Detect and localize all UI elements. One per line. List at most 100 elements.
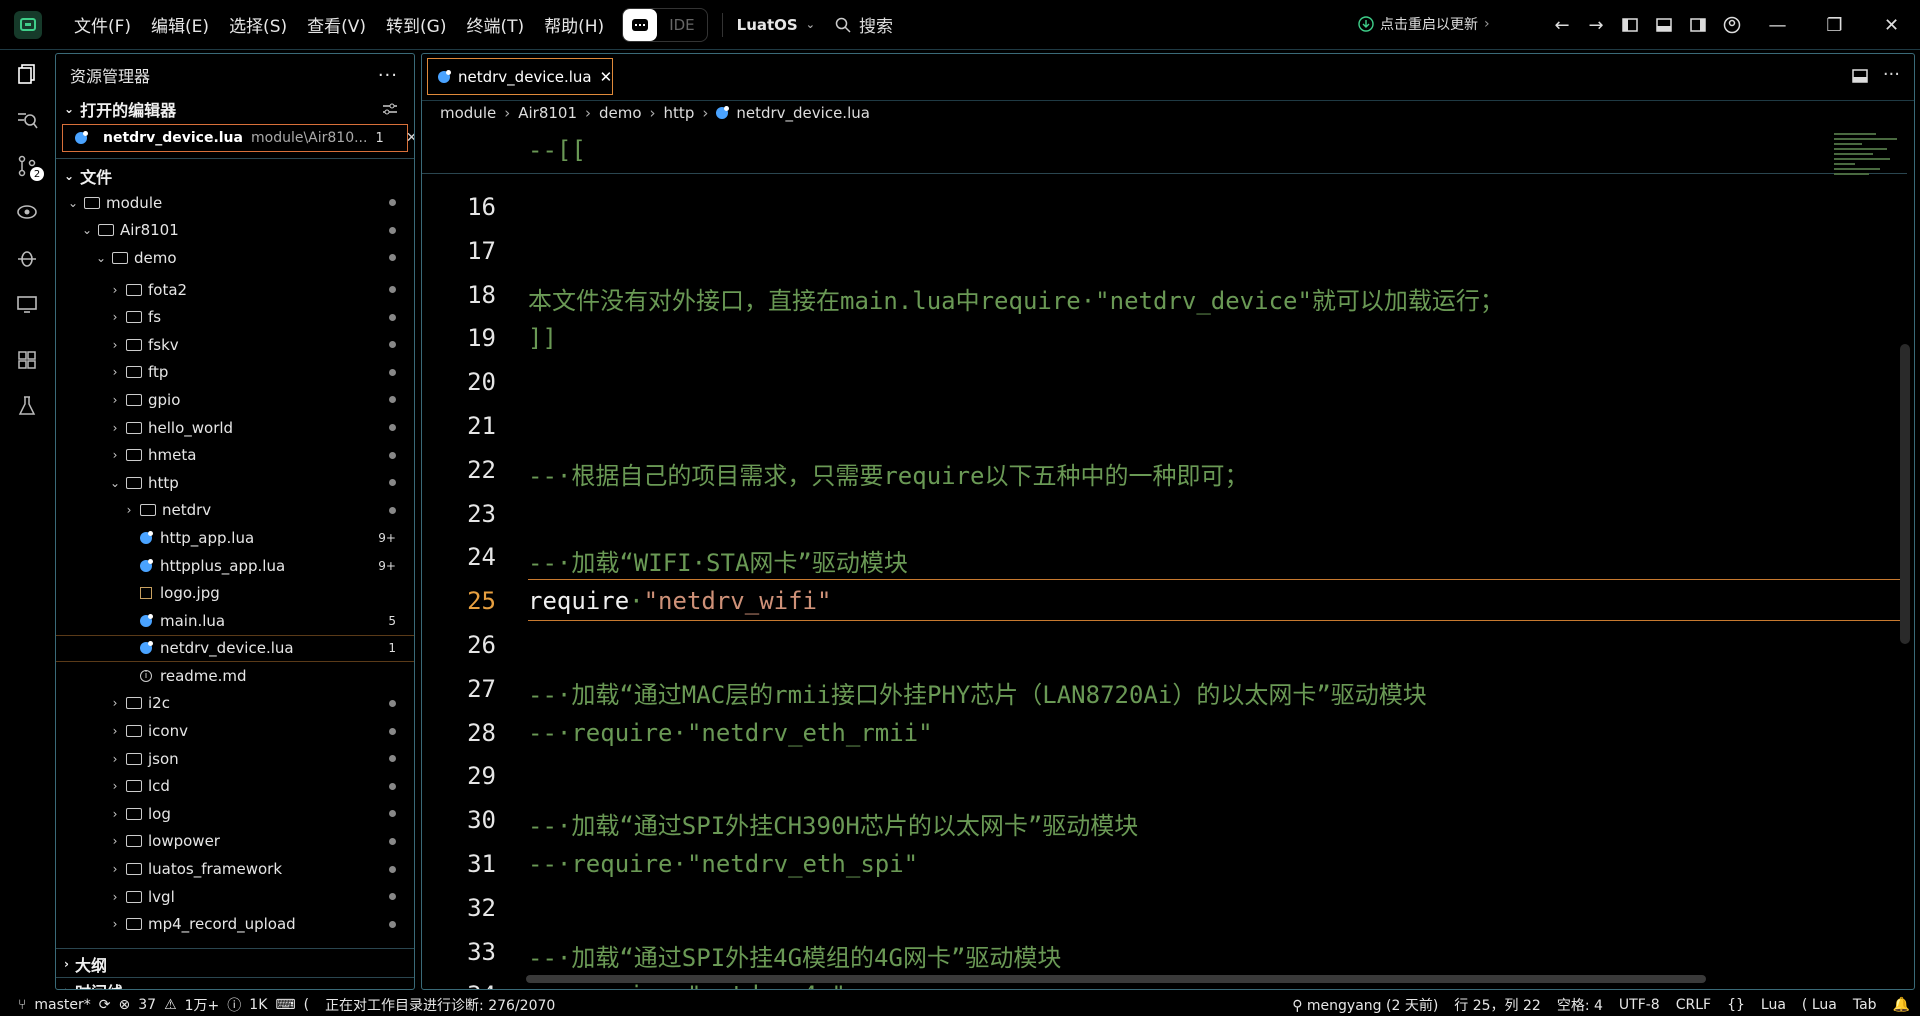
menu-item[interactable]: 文件(F) [64,12,141,37]
braces-icon[interactable]: {} [1727,997,1745,1013]
outline-section[interactable]: › 大纲 [56,951,414,977]
tree-item[interactable]: › fskv [56,331,414,359]
ide-label[interactable]: IDE [657,16,706,34]
tree-item[interactable]: › iconv [56,717,414,745]
restore-button[interactable]: ❐ [1806,0,1863,50]
language-server[interactable]: ( Lua [1802,997,1837,1013]
tab-mode[interactable]: Tab [1853,997,1877,1013]
code-line[interactable]: 22 --·根据自己的项目需求，只需要require以下五种中的一种即可； [422,448,1902,492]
code-line[interactable]: 25 require·"netdrv_wifi" [422,579,1902,623]
timeline-section[interactable]: › 时间线 [56,977,414,989]
tree-item[interactable]: logo.jpg [56,579,414,607]
tree-item[interactable]: › fs [56,303,414,331]
menu-item[interactable]: 终端(T) [456,12,534,37]
git-branch[interactable]: master* [34,997,90,1013]
code-line[interactable]: 17 [422,229,1902,273]
preview-eye-icon[interactable] [0,189,54,235]
search-view-icon[interactable] [0,97,54,143]
tree-item[interactable]: ⌄ http [56,469,414,497]
code-line[interactable]: 27 --·加载“通过MAC层的rmii接口外挂PHY芯片（LAN8720Ai）的… [422,667,1902,711]
breadcrumb-item[interactable]: demo [599,104,642,122]
encoding[interactable]: UTF-8 [1619,997,1660,1013]
open-editors-section[interactable]: ⌄ 打开的编辑器 [56,96,414,122]
extensions-icon[interactable] [0,337,54,383]
horizontal-scrollbar[interactable] [526,975,1706,983]
code-line[interactable]: 26 [422,623,1902,667]
tree-item[interactable]: ⌄ demo [56,244,414,272]
code-line[interactable]: 16 [422,185,1902,229]
tree-item[interactable]: › lcd [56,772,414,800]
code-line[interactable]: 29 [422,754,1902,798]
breadcrumb-item[interactable]: Air8101 [518,104,577,122]
tree-item[interactable]: › json [56,745,414,773]
command-center-search[interactable]: 搜索 [835,12,893,37]
code-line[interactable]: 18 本文件没有对外接口，直接在main.lua中require·"netdrv_… [422,273,1902,317]
info-count[interactable]: 1K [249,997,267,1013]
close-editor-icon[interactable]: ✕ [406,130,414,146]
workspace-selector[interactable]: LuatOS ⌄ [737,16,815,34]
diagnostic-status[interactable]: 正在对工作目录进行诊断: 276/2070 [325,995,555,1015]
back-arrow-icon[interactable]: ← [1545,8,1579,42]
sticky-scroll-line[interactable]: --[[ [422,130,1907,174]
minimize-button[interactable]: — [1749,0,1806,50]
breadcrumb-item[interactable]: http [664,104,695,122]
tree-item[interactable]: › lowpower [56,828,414,856]
files-section[interactable]: ⌄ 文件 [56,163,414,189]
toggle-secondary-sidebar-icon[interactable] [1681,8,1715,42]
restart-update-button[interactable]: 点击重启以更新 › [1358,14,1490,34]
vertical-scrollbar[interactable] [1900,344,1910,644]
tree-item[interactable]: › i2c [56,690,414,718]
tree-item[interactable]: httpplus_app.lua 9+ [56,552,414,580]
menu-item[interactable]: 查看(V) [297,12,376,37]
debug-bug-icon[interactable] [0,235,54,281]
code-line[interactable]: 33 --·加载“通过SPI外挂4G模组的4G网卡”驱动模块 [422,930,1902,974]
source-control-icon[interactable]: 2 [0,143,54,189]
menu-item[interactable]: 转到(G) [376,12,456,37]
tree-item[interactable]: › netdrv [56,497,414,525]
breadcrumb-item[interactable]: netdrv_device.lua [736,104,870,122]
menu-item[interactable]: 帮助(H) [534,12,614,37]
menu-item[interactable]: 选择(S) [219,12,297,37]
code-line[interactable]: 32 [422,886,1902,930]
tree-item[interactable]: › luatos_framework [56,855,414,883]
tree-item[interactable]: http_app.lua 9+ [56,524,414,552]
account-icon[interactable] [1715,8,1749,42]
notifications-bell-icon[interactable]: 🔔 [1893,997,1910,1013]
code-line[interactable]: 23 [422,492,1902,536]
testing-flask-icon[interactable] [0,383,54,429]
language-mode[interactable]: Lua [1761,997,1786,1013]
toggle-vertical-tabs-icon[interactable] [382,102,398,116]
toggle-primary-sidebar-icon[interactable] [1613,8,1647,42]
menu-item[interactable]: 编辑(E) [141,12,219,37]
more-actions-icon[interactable]: ··· [378,65,398,86]
tree-item[interactable]: › lvgl [56,883,414,911]
code-line[interactable]: 24 --·加载“WIFI·STA网卡”驱动模块 [422,535,1902,579]
cursor-position[interactable]: 行 25，列 22 [1454,995,1541,1015]
code-line[interactable]: 31 --·require·"netdrv_eth_spi" [422,842,1902,886]
toggle-panel-icon[interactable] [1852,68,1868,88]
tree-item[interactable]: › fota2 [56,276,414,304]
error-count[interactable]: 37 [138,997,156,1013]
code-line[interactable]: 20 [422,360,1902,404]
tree-item[interactable]: main.lua 5 [56,607,414,635]
tree-item[interactable]: i readme.md [56,662,414,690]
close-window-button[interactable]: ✕ [1863,0,1920,50]
tab-netdrv-device[interactable]: netdrv_device.lua ✕ [427,58,613,95]
tree-item[interactable]: ⌄ module [56,189,414,217]
minimap[interactable] [1834,130,1904,210]
code-editor[interactable]: --[[ 16 17 18 本文件没有对外接口，直接在main.lua中require… [422,130,1907,989]
tree-item[interactable]: › gpio [56,386,414,414]
ide-mode-icon[interactable] [623,8,658,41]
open-editor-item[interactable]: netdrv_device.lua module\Air810... 1 ✕ [62,124,414,152]
code-line[interactable]: 28 --·require·"netdrv_eth_rmii" [422,711,1902,755]
line-ending[interactable]: CRLF [1676,997,1711,1013]
toggle-panel-icon[interactable] [1647,8,1681,42]
breadcrumb-item[interactable]: module [440,104,496,122]
code-line[interactable]: 21 [422,404,1902,448]
tree-item[interactable]: › log [56,800,414,828]
code-line[interactable]: 19]] [422,316,1902,360]
forward-arrow-icon[interactable]: → [1579,8,1613,42]
tree-item[interactable]: › ftp [56,359,414,387]
tree-item[interactable]: › hello_world [56,414,414,442]
tree-item[interactable]: › hmeta [56,441,414,469]
